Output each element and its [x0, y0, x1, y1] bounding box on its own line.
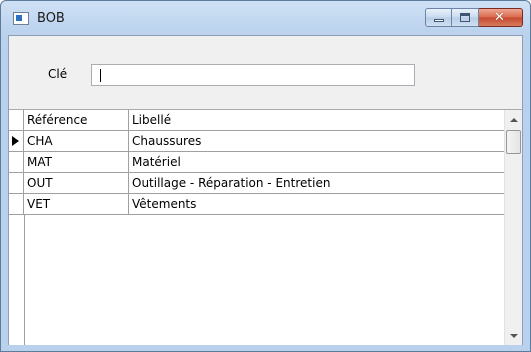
minimize-button[interactable] — [425, 8, 452, 27]
table-row[interactable]: OUT Outillage - Réparation - Entretien — [9, 173, 504, 194]
title-bar[interactable]: BOB ✕ — [1, 1, 530, 35]
cell-libelle[interactable]: Outillage - Réparation - Entretien — [129, 173, 504, 193]
row-selector[interactable] — [9, 173, 24, 193]
close-button[interactable]: ✕ — [479, 8, 523, 27]
column-header-libelle[interactable]: Libellé — [129, 110, 504, 130]
current-row-indicator-icon — [12, 136, 19, 146]
grid-header-row: Référence Libellé — [9, 110, 504, 131]
close-icon: ✕ — [494, 10, 505, 25]
scroll-up-icon[interactable] — [510, 118, 518, 122]
window-title: BOB — [37, 11, 65, 26]
vertical-scrollbar[interactable] — [504, 110, 522, 345]
cell-libelle[interactable]: Matériel — [129, 152, 504, 172]
app-icon — [13, 12, 29, 25]
row-selector[interactable] — [9, 194, 24, 214]
cell-libelle[interactable]: Chaussures — [129, 131, 504, 151]
cell-reference[interactable]: OUT — [24, 173, 129, 193]
cle-label: Clé — [48, 67, 68, 81]
header-selector-cell — [9, 110, 24, 130]
minimize-icon — [434, 19, 444, 22]
cell-reference[interactable]: MAT — [24, 152, 129, 172]
data-grid[interactable]: Référence Libellé CHA Chaussures MAT Mat… — [9, 109, 522, 345]
cle-input[interactable] — [91, 64, 415, 86]
table-row[interactable]: MAT Matériel — [9, 152, 504, 173]
table-row[interactable]: VET Vêtements — [9, 194, 504, 215]
maximize-icon — [460, 13, 470, 22]
cell-libelle[interactable]: Vêtements — [129, 194, 504, 214]
cell-reference[interactable]: VET — [24, 194, 129, 214]
client-area: Clé Référence Libellé CHA Chaussures MAT — [8, 35, 523, 345]
column-header-reference[interactable]: Référence — [24, 110, 129, 130]
window: BOB ✕ Clé Référence Libellé CHA Chaussur… — [0, 0, 531, 352]
grid-column-divider — [24, 215, 25, 345]
row-selector[interactable] — [9, 152, 24, 172]
table-row[interactable]: CHA Chaussures — [9, 131, 504, 152]
scrollbar-thumb[interactable] — [506, 130, 521, 154]
scroll-down-icon[interactable] — [510, 334, 518, 338]
row-selector[interactable] — [9, 131, 24, 151]
maximize-button[interactable] — [452, 8, 479, 27]
text-caret — [100, 69, 101, 82]
cell-reference[interactable]: CHA — [24, 131, 129, 151]
